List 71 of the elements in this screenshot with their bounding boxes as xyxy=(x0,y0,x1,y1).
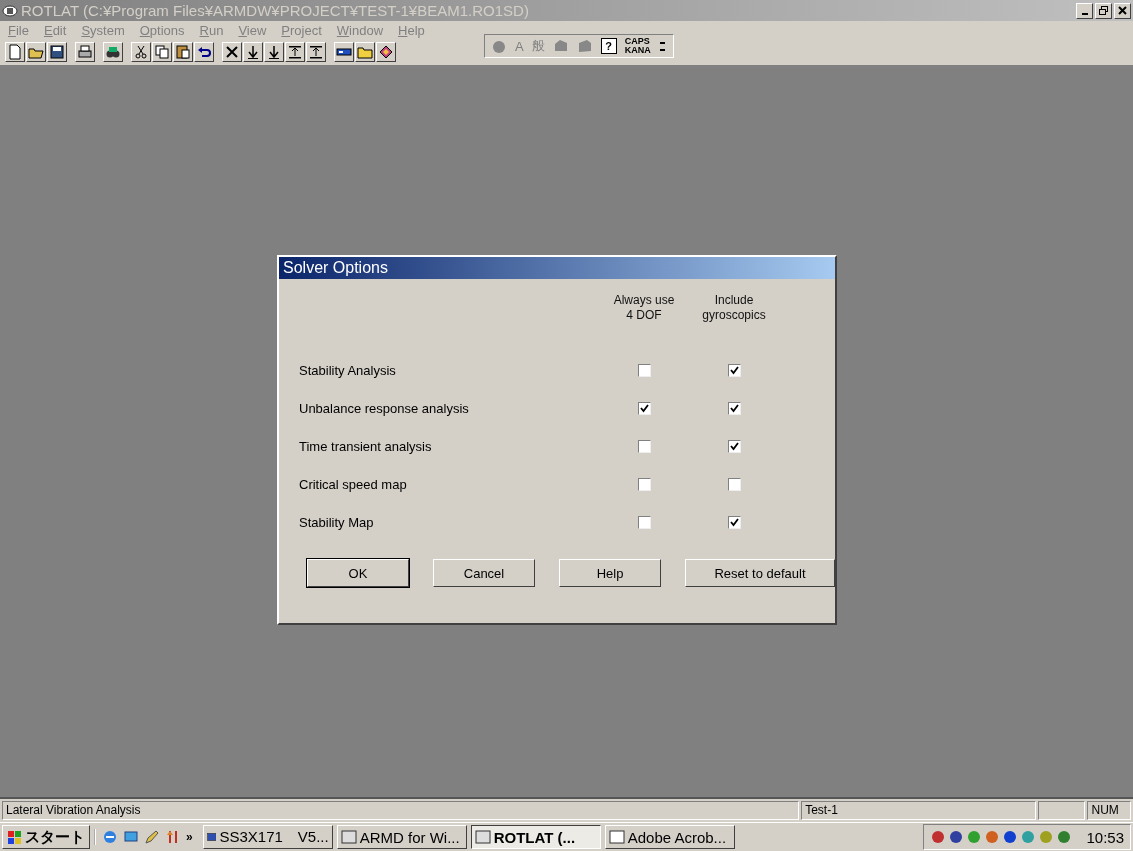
printer-icon[interactable] xyxy=(75,42,95,62)
ruler-icon[interactable] xyxy=(334,42,354,62)
clock: 10:53 xyxy=(1086,828,1124,846)
align-icon[interactable] xyxy=(306,42,326,62)
status-panel: NUM xyxy=(1087,801,1131,820)
checkbox[interactable] xyxy=(637,477,651,491)
minimize-button[interactable] xyxy=(1076,2,1093,19)
option-label: Critical speed map xyxy=(299,476,408,492)
window-icon xyxy=(206,830,217,844)
restore-button[interactable] xyxy=(1095,2,1112,19)
column-header: Always use 4 DOF xyxy=(612,293,676,324)
start-button[interactable]: スタート xyxy=(2,825,90,849)
dialog-button[interactable]: Reset to default xyxy=(685,559,835,587)
open-folder-icon[interactable] xyxy=(26,42,46,62)
dialog-button[interactable]: Help xyxy=(559,559,661,587)
checkbox[interactable] xyxy=(727,439,741,453)
binoculars-icon[interactable] xyxy=(103,42,123,62)
cross-icon[interactable] xyxy=(222,42,242,62)
help-button[interactable]: ? xyxy=(600,38,617,54)
dialog-button[interactable]: Cancel xyxy=(433,559,535,587)
close-button[interactable] xyxy=(1114,2,1131,19)
option-label: Stability Analysis xyxy=(299,362,397,378)
checkbox[interactable] xyxy=(637,363,651,377)
caps-indicator: CAPS xyxy=(624,37,651,46)
column-header: Include gyroscopics xyxy=(701,293,767,324)
taskbar-button[interactable]: ROTLAT (... xyxy=(470,825,601,849)
more-button[interactable]: » xyxy=(186,830,193,844)
dialog-title: Solver Options xyxy=(279,257,835,279)
option-label: Time transient analysis xyxy=(299,438,433,454)
undo-icon[interactable] xyxy=(194,42,214,62)
tray-icon[interactable] xyxy=(948,829,965,845)
tray-icon[interactable] xyxy=(984,829,1001,845)
restore-icon xyxy=(1099,6,1108,15)
dialog-button[interactable]: OK xyxy=(307,559,409,587)
option-label: Unbalance response analysis xyxy=(299,400,470,416)
status-panel: Lateral Vibration Analysis xyxy=(2,801,800,820)
taskbar-button[interactable]: Adobe Acrob... xyxy=(604,825,735,849)
new-document-icon[interactable] xyxy=(5,42,25,62)
pencil-icon[interactable] xyxy=(144,829,160,845)
status-panel xyxy=(1038,801,1086,820)
taskbar-button[interactable]: SS3X171 V5... xyxy=(202,825,333,849)
tray-icon[interactable] xyxy=(1002,829,1019,845)
status-panel: Test-1 xyxy=(801,801,1037,820)
checkbox[interactable] xyxy=(637,515,651,529)
checkbox[interactable] xyxy=(727,363,741,377)
tray-icon[interactable] xyxy=(930,829,947,845)
save-icon[interactable] xyxy=(47,42,67,62)
align-icon[interactable] xyxy=(285,42,305,62)
window-icon xyxy=(608,830,625,844)
taskbar-button[interactable]: ARMD for Wi... xyxy=(336,825,467,849)
copy-icon[interactable] xyxy=(152,42,172,62)
desktop-icon[interactable] xyxy=(123,829,139,845)
close-icon xyxy=(1118,6,1127,15)
app-icon xyxy=(2,4,18,17)
window-title: ROTLAT (C:¥Program Files¥ARMDW¥PROJECT¥TEST-1¥BEAM1.RO1SD) xyxy=(21,2,530,19)
checkbox[interactable] xyxy=(727,515,741,529)
checkbox[interactable] xyxy=(637,401,651,415)
paste-icon[interactable] xyxy=(173,42,193,62)
scissors-icon[interactable] xyxy=(131,42,151,62)
kana-indicator: KANA xyxy=(624,46,651,55)
folder-icon[interactable] xyxy=(355,42,375,62)
checkbox[interactable] xyxy=(637,439,651,453)
book-icon[interactable] xyxy=(376,42,396,62)
browser-icon[interactable] xyxy=(102,829,118,845)
minimize-icon xyxy=(1081,12,1088,15)
checkbox[interactable] xyxy=(727,477,741,491)
window-icon xyxy=(474,830,491,844)
tray-icon[interactable] xyxy=(1056,829,1073,845)
option-label: Stability Map xyxy=(299,514,375,530)
window-icon xyxy=(340,830,357,844)
checkbox[interactable] xyxy=(727,401,741,415)
